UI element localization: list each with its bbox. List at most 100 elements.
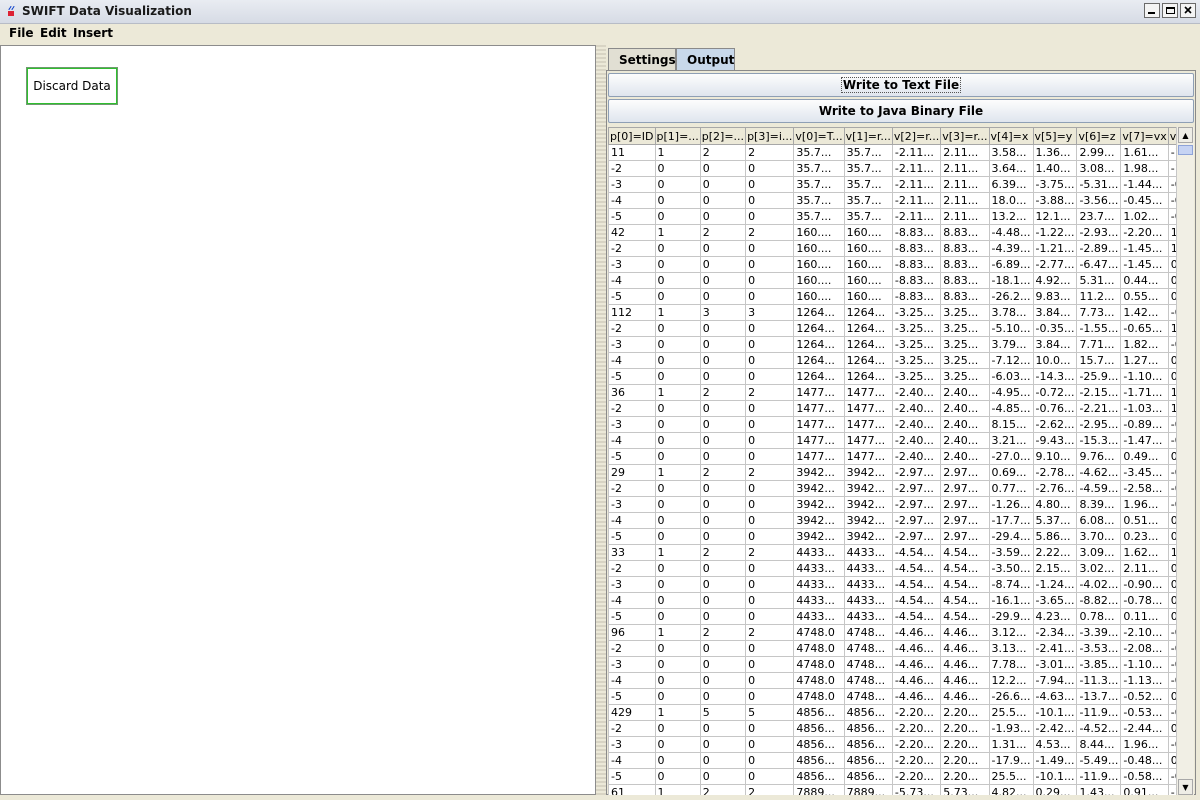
- column-header[interactable]: p[2]=...: [699, 127, 747, 145]
- table-cell[interactable]: 35.7...: [793, 208, 845, 225]
- table-cell[interactable]: -5: [608, 448, 656, 465]
- table-cell[interactable]: 0: [654, 368, 701, 385]
- table-row[interactable]: -3 0 0 0 1477... 1477... -2.40... 2.40... 8.15..…: [608, 416, 1176, 433]
- table-cell[interactable]: -1.43...: [1167, 144, 1176, 161]
- table-cell[interactable]: 2: [699, 784, 747, 795]
- table-cell[interactable]: 1.31...: [1167, 400, 1176, 417]
- split-pane-divider[interactable]: [596, 45, 606, 795]
- table-cell[interactable]: -4.95...: [988, 384, 1034, 401]
- table-cell[interactable]: -27.0...: [988, 448, 1034, 465]
- table-cell[interactable]: 35.7...: [793, 144, 845, 161]
- table-cell[interactable]: 0: [745, 768, 795, 785]
- table-cell[interactable]: 96: [608, 624, 656, 641]
- table-cell[interactable]: 2: [745, 784, 795, 795]
- table-cell[interactable]: 4.46...: [940, 688, 990, 705]
- table-cell[interactable]: 1477...: [793, 400, 845, 417]
- table-cell[interactable]: -5.49...: [1076, 752, 1122, 769]
- table-cell[interactable]: 0: [745, 576, 795, 593]
- table-cell[interactable]: -1.10...: [1120, 368, 1169, 385]
- table-cell[interactable]: 8.83...: [940, 224, 990, 241]
- table-cell[interactable]: -4.54...: [891, 576, 942, 593]
- table-cell[interactable]: 3.64...: [988, 160, 1034, 177]
- table-cell[interactable]: 0.78...: [1076, 608, 1122, 625]
- table-cell[interactable]: 3.21...: [988, 432, 1034, 449]
- table-cell[interactable]: -6.89...: [988, 256, 1034, 273]
- table-cell[interactable]: -0.02...: [1167, 480, 1176, 497]
- table-cell[interactable]: 1.61...: [1120, 144, 1169, 161]
- table-cell[interactable]: 0: [699, 736, 747, 753]
- vertical-scrollbar[interactable]: ▲ ▼: [1176, 127, 1194, 795]
- table-cell[interactable]: -7.94...: [1032, 672, 1078, 689]
- table-cell[interactable]: 0: [745, 528, 795, 545]
- table-row[interactable]: 36 1 2 2 1477... 1477... -2.40... 2.40... -4.95.…: [608, 384, 1176, 401]
- table-cell[interactable]: -2.20...: [1120, 224, 1169, 241]
- table-cell[interactable]: -13.7...: [1076, 688, 1122, 705]
- table-cell[interactable]: 3.02...: [1076, 560, 1122, 577]
- table-cell[interactable]: 1.62...: [1120, 544, 1169, 561]
- table-cell[interactable]: -8.83...: [891, 224, 942, 241]
- table-row[interactable]: -2 0 0 0 160.... 160.... -8.83... 8.83... -4.39.…: [608, 240, 1176, 257]
- table-cell[interactable]: 2.97...: [940, 464, 990, 481]
- table-cell[interactable]: -0.02...: [1167, 432, 1176, 449]
- table-cell[interactable]: 0: [745, 512, 795, 529]
- table-cell[interactable]: 5.86...: [1032, 528, 1078, 545]
- table-cell[interactable]: 0.74...: [1167, 560, 1176, 577]
- table-cell[interactable]: -3: [608, 176, 656, 193]
- table-cell[interactable]: 33: [608, 544, 656, 561]
- table-cell[interactable]: 1: [654, 544, 701, 561]
- table-cell[interactable]: 0: [699, 192, 747, 209]
- table-row[interactable]: -5 0 0 0 35.7... 35.7... -2.11... 2.11... 13.2..…: [608, 208, 1176, 225]
- table-cell[interactable]: 2.97...: [940, 480, 990, 497]
- table-cell[interactable]: 0: [699, 592, 747, 609]
- table-cell[interactable]: -2: [608, 160, 656, 177]
- table-cell[interactable]: 35.7...: [843, 192, 893, 209]
- table-cell[interactable]: 0: [745, 592, 795, 609]
- table-cell[interactable]: 3.78...: [988, 304, 1034, 321]
- table-cell[interactable]: -0.89...: [1120, 416, 1169, 433]
- table-cell[interactable]: 0: [654, 256, 701, 273]
- table-cell[interactable]: 4.46...: [940, 640, 990, 657]
- table-cell[interactable]: 8.15...: [988, 416, 1034, 433]
- table-cell[interactable]: -1.26...: [988, 496, 1034, 513]
- table-cell[interactable]: -4: [608, 432, 656, 449]
- table-cell[interactable]: -3.25...: [891, 352, 942, 369]
- table-cell[interactable]: 4856...: [843, 736, 893, 753]
- table-cell[interactable]: -4.54...: [891, 544, 942, 561]
- table-cell[interactable]: 4.82...: [988, 784, 1034, 795]
- table-cell[interactable]: 7889...: [793, 784, 845, 795]
- table-cell[interactable]: -4: [608, 672, 656, 689]
- table-cell[interactable]: 0: [699, 368, 747, 385]
- table-cell[interactable]: 4748.0: [793, 656, 845, 673]
- table-cell[interactable]: 0.69...: [988, 464, 1034, 481]
- table-cell[interactable]: 4.46...: [940, 656, 990, 673]
- table-cell[interactable]: -29.9...: [988, 608, 1034, 625]
- table-cell[interactable]: 0: [654, 560, 701, 577]
- table-cell[interactable]: -2.40...: [891, 384, 942, 401]
- table-cell[interactable]: -2: [608, 560, 656, 577]
- table-cell[interactable]: 4856...: [843, 704, 893, 721]
- table-cell[interactable]: 0: [699, 272, 747, 289]
- column-header[interactable]: v[5]=y: [1032, 127, 1078, 145]
- table-cell[interactable]: -5: [608, 768, 656, 785]
- column-header[interactable]: p[0]=ID: [608, 127, 656, 145]
- table-cell[interactable]: -1.22...: [1167, 784, 1176, 795]
- table-cell[interactable]: -2.40...: [891, 416, 942, 433]
- table-cell[interactable]: 0: [699, 768, 747, 785]
- table-cell[interactable]: 1264...: [843, 368, 893, 385]
- table-cell[interactable]: -2.20...: [891, 752, 942, 769]
- table-cell[interactable]: 0.17...: [1167, 352, 1176, 369]
- table-cell[interactable]: 2.20...: [940, 704, 990, 721]
- table-cell[interactable]: 0: [745, 720, 795, 737]
- table-cell[interactable]: 2.22...: [1032, 544, 1078, 561]
- table-cell[interactable]: 4748.0: [793, 624, 845, 641]
- table-cell[interactable]: -2.44...: [1120, 720, 1169, 737]
- table-cell[interactable]: -0.72...: [1032, 384, 1078, 401]
- table-cell[interactable]: 2.20...: [940, 736, 990, 753]
- table-cell[interactable]: 4.54...: [940, 592, 990, 609]
- table-cell[interactable]: 25.5...: [988, 768, 1034, 785]
- table-cell[interactable]: 1: [654, 784, 701, 795]
- table-cell[interactable]: 9.10...: [1032, 448, 1078, 465]
- table-cell[interactable]: -0.90...: [1120, 576, 1169, 593]
- table-cell[interactable]: 0: [699, 640, 747, 657]
- table-cell[interactable]: 1477...: [793, 416, 845, 433]
